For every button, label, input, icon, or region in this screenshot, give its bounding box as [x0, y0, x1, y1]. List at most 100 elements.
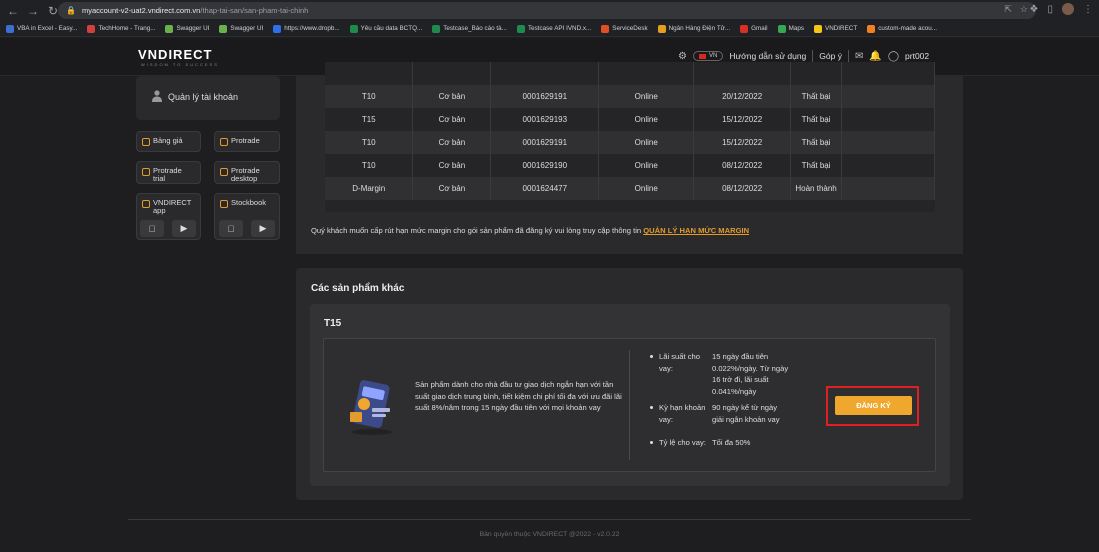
menu-icon[interactable]: ⋮ [1083, 4, 1093, 15]
bookmark-favicon-icon [6, 24, 14, 33]
guide-link[interactable]: Hướng dẫn sử dụng [729, 51, 806, 61]
browser-toolbar: ← → ↻ 🔒 myaccount-v2-uat2.vndirect.com.v… [0, 0, 1099, 21]
bookmark-favicon-icon [273, 24, 282, 33]
table-cell: 0001624477 [490, 177, 600, 200]
bookmark-item[interactable]: Ngân Hàng Điện Tử... [657, 24, 731, 33]
table-row: T10 Cơ bản 0001629190 Online 08/12/2022 Thất … [325, 154, 935, 177]
username[interactable]: prt002 [905, 51, 929, 61]
extensions-icon[interactable]: ❖ [1030, 4, 1039, 15]
bookmark-item[interactable]: Maps [777, 24, 804, 33]
bookmark-item[interactable]: custom-made acou... [867, 24, 937, 33]
table-cell: 0001629190 [490, 154, 600, 177]
bookmark-item[interactable]: VNDIRECT [814, 24, 857, 33]
protrade-icon [220, 168, 228, 176]
user-icon[interactable]: ◯ [888, 51, 899, 62]
bookmark-label: ServiceDesk [612, 25, 648, 32]
sidepanel-icon[interactable]: ▯ [1047, 4, 1053, 15]
share-icon[interactable]: ⇱ [1004, 4, 1012, 15]
table-cell: Thất bại [790, 131, 843, 154]
table-cell [841, 154, 935, 177]
tile-protrade-trial[interactable]: Protrade trial [136, 161, 201, 184]
table-row: T10 Cơ bản 0001629191 Online 15/12/2022 Thất … [325, 131, 935, 154]
sidebar-account-card[interactable]: Quản lý tài khoản [136, 76, 280, 120]
table-cell [598, 62, 695, 85]
divider [847, 50, 849, 62]
table-cell: 08/12/2022 [693, 177, 792, 200]
bookmark-favicon-icon [87, 24, 96, 33]
bookmark-label: custom-made acou... [878, 25, 937, 32]
bookmark-item[interactable]: ServiceDesk [601, 24, 648, 33]
table-cell: Hoàn thành [790, 177, 843, 200]
bookmark-item[interactable]: Yêu cầu data BCTQ... [349, 24, 422, 33]
bookmark-item[interactable]: Testcase API IVND.x... [516, 24, 591, 33]
table-cell: Online [598, 154, 695, 177]
google-play-icon[interactable]: ▶ [251, 220, 275, 237]
bookmark-label: VBA in Excel - Easy... [17, 25, 78, 32]
tile-label: Stockbook [231, 198, 267, 207]
table-cell: 20/12/2022 [693, 85, 792, 108]
table-cell: 0001629191 [490, 131, 600, 154]
table-cell: Thất bại [790, 85, 843, 108]
divider [812, 50, 814, 62]
margin-note: Quý khách muốn cấp rút hạn mức margin ch… [311, 226, 749, 235]
table-cell: D-Margin [325, 177, 414, 200]
apple-store-icon[interactable]:  [140, 220, 164, 237]
tile-bang-gia[interactable]: Bảng giá [136, 131, 201, 152]
margin-limit-link[interactable]: QUẢN LÝ HẠN MỨC MARGIN [643, 226, 749, 235]
bookmark-item[interactable]: https://www.dropb... [273, 24, 340, 33]
table-cell: 0001629191 [490, 85, 600, 108]
table-cell: 15/12/2022 [693, 131, 792, 154]
bookmark-item[interactable]: Testcase_Báo cáo tà... [432, 24, 507, 33]
forward-icon[interactable]: → [26, 4, 40, 18]
mail-icon[interactable]: ✉ [855, 51, 863, 62]
tile-protrade-desktop[interactable]: Protrade desktop [214, 161, 280, 184]
language-switch[interactable]: VN [692, 51, 724, 61]
table-row: D-Margin Cơ bản 0001624477 Online 08/12/2022… [325, 177, 935, 200]
board-icon [142, 138, 150, 146]
table-cell [325, 200, 935, 212]
bookmark-item[interactable]: Gmail [740, 24, 768, 33]
bookmark-item[interactable]: Swagger UI [219, 24, 263, 33]
apple-store-icon[interactable]:  [219, 220, 243, 237]
attr-key-term: Kỳ hạn khoản vay: [659, 403, 706, 424]
bell-icon[interactable]: 🔔 [869, 51, 881, 62]
feedback-link[interactable]: Góp ý [819, 51, 842, 61]
bookmark-item[interactable]: TechHome - Trang... [87, 24, 155, 33]
profile-avatar[interactable] [1062, 3, 1074, 15]
bullet [650, 355, 653, 358]
bullet [650, 406, 653, 409]
table-cell: Cơ bản [412, 177, 492, 200]
table-cell [841, 62, 935, 85]
register-button[interactable]: ĐĂNG KÝ [835, 396, 912, 415]
address-bar[interactable]: 🔒 myaccount-v2-uat2.vndirect.com.vn /tha… [58, 2, 1036, 19]
footer-copyright: Bản quyền thuộc VNDIRECT @2022 - v2.0.22 [479, 531, 620, 538]
table-cell: T15 [325, 108, 414, 131]
table-cell [325, 62, 414, 85]
table-cell: Thất bại [790, 154, 843, 177]
protrade-icon [220, 138, 228, 146]
attr-value-term: 90 ngày kể từ ngày giải ngân khoản vay [712, 403, 780, 424]
bookmark-label: https://www.dropb... [284, 25, 340, 32]
attr-key-ratio: Tỷ lệ cho vay: [659, 438, 706, 447]
bookmark-label: Ngân Hàng Điện Tử... [668, 25, 731, 32]
bookmark-star-icon[interactable]: ☆ [1020, 4, 1028, 15]
attr-value-ratio: Tối đa 50% [712, 438, 751, 447]
table-cell: T10 [325, 131, 414, 154]
protrade-icon [142, 168, 150, 176]
table-cell [841, 177, 935, 200]
lang-label: VN [708, 53, 718, 59]
section-title: Các sản phẩm khác [311, 283, 405, 294]
account-label: Quản lý tài khoản [168, 92, 239, 102]
google-play-icon[interactable]: ▶ [172, 220, 196, 237]
bookmark-item[interactable]: Swagger UI [165, 24, 209, 33]
back-icon[interactable]: ← [6, 4, 20, 18]
tile-label: VNDIRECT app [153, 198, 192, 215]
bookmark-item[interactable]: VBA in Excel - Easy... [6, 24, 78, 33]
table-row: T10 Cơ bản 0001629191 Online 20/12/2022 Thất … [325, 85, 935, 108]
settings-icon[interactable]: ⚙ [678, 51, 687, 62]
tile-protrade[interactable]: Protrade [214, 131, 280, 152]
bookmark-favicon-icon [219, 24, 228, 33]
product-illustration-icon [350, 380, 392, 435]
logo[interactable]: VNDIRECT [138, 47, 212, 62]
table-cell: Cơ bản [412, 85, 492, 108]
